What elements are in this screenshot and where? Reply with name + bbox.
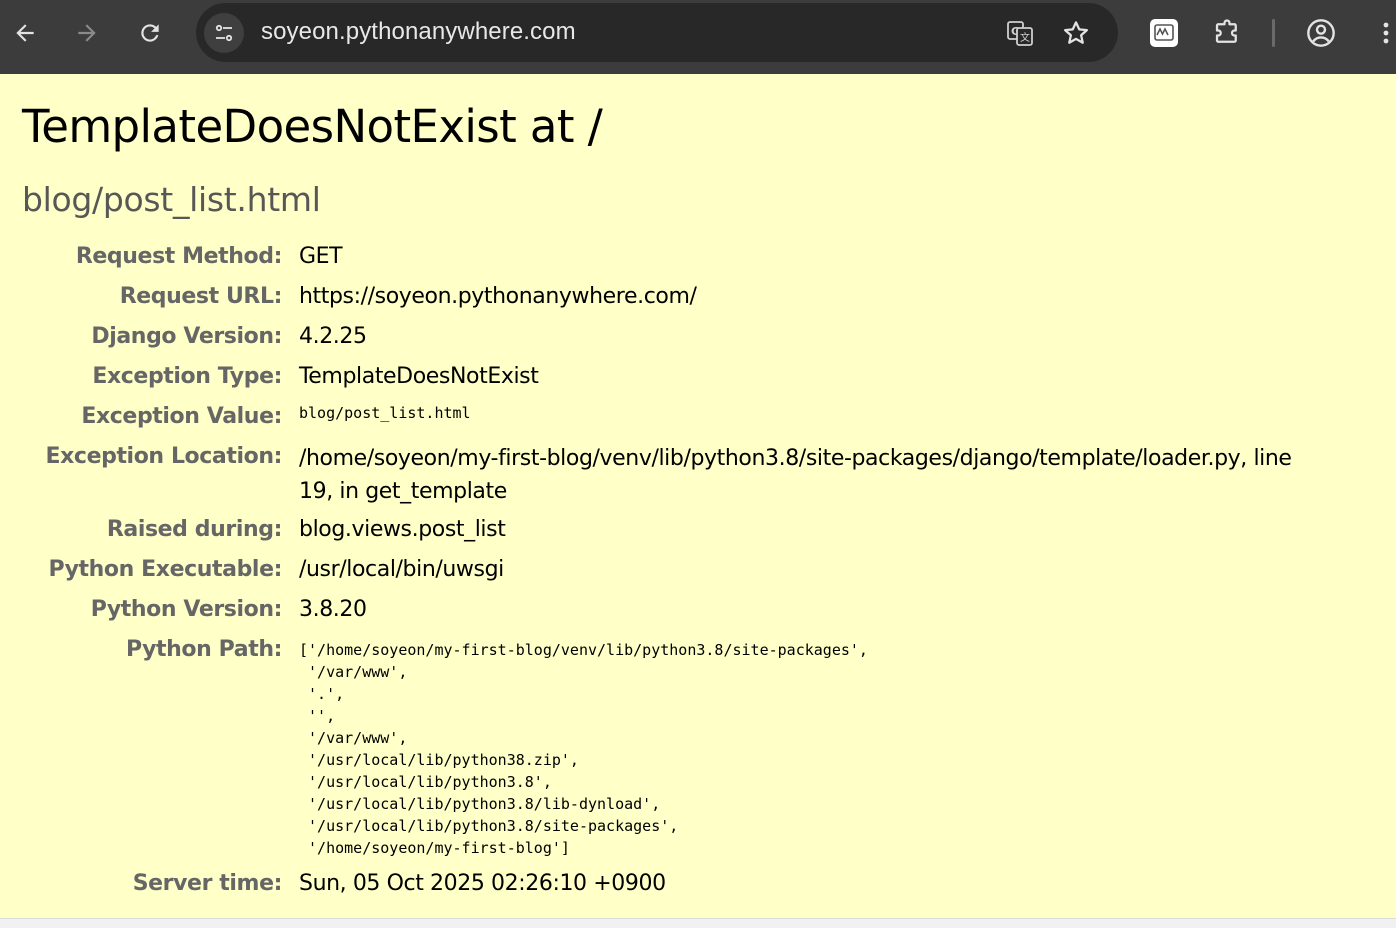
exception-value: blog/post_list.html — [299, 404, 471, 422]
meta-label: Exception Location: — [45, 444, 283, 469]
meta-value: Sun, 05 Oct 2025 02:26:10 +0900 — [299, 871, 666, 896]
address-bar[interactable]: soyeon.pythonanywhere.com G 文 — [196, 3, 1118, 62]
meta-label: Exception Value: — [81, 404, 282, 429]
meta-row-python-executable: Python Executable: /usr/local/bin/uwsgi — [0, 555, 1319, 595]
meta-row-request-method: Request Method: GET — [0, 242, 1319, 282]
translate-button[interactable]: G 文 — [1003, 16, 1037, 50]
meta-value: 3.8.20 — [299, 597, 367, 622]
url-text[interactable]: soyeon.pythonanywhere.com — [261, 18, 576, 46]
meta-value-cell: blog/post_list.html — [299, 402, 1319, 442]
meta-value: TemplateDoesNotExist — [299, 364, 539, 389]
meta-label: Server time: — [132, 871, 283, 896]
site-info-button[interactable] — [204, 13, 244, 53]
reload-icon — [141, 24, 159, 42]
meta-label: Exception Type: — [92, 364, 282, 389]
bookmark-button[interactable] — [1059, 16, 1093, 50]
meta-value: blog.views.post_list — [299, 517, 506, 542]
svg-text:文: 文 — [1020, 31, 1030, 44]
browser-menu-button[interactable] — [1368, 16, 1396, 50]
back-button[interactable] — [5, 13, 45, 53]
browser-toolbar: soyeon.pythonanywhere.com G 文 — [0, 0, 1396, 74]
meta-value-cell: ['/home/soyeon/my-first-blog/venv/lib/py… — [299, 635, 1319, 869]
translate-icon: G 文 — [1007, 21, 1033, 46]
meta-value: 4.2.25 — [299, 324, 367, 349]
meta-label: Python Version: — [90, 597, 283, 622]
meta-row-python-version: Python Version: 3.8.20 — [0, 595, 1319, 635]
puzzle-icon — [1215, 19, 1237, 43]
star-icon — [1064, 21, 1088, 44]
arrow-left-icon — [16, 24, 34, 42]
meta-value: /home/soyeon/my-first-blog/venv/lib/pyth… — [299, 446, 1292, 504]
meta-label: Request URL: — [119, 284, 283, 309]
arrow-right-icon — [78, 24, 96, 42]
meta-label: Request Method: — [75, 244, 283, 269]
meta-label: Python Path: — [125, 637, 282, 662]
python-path-list: ['/home/soyeon/my-first-blog/venv/lib/py… — [299, 641, 868, 857]
extensions-button[interactable] — [1210, 16, 1244, 50]
meta-row-exception-value: Exception Value: blog/post_list.html — [0, 402, 1319, 442]
tune-icon — [215, 24, 233, 42]
account-circle-icon — [1307, 19, 1335, 47]
request-meta-table: Request Method: GET Request URL: https:/… — [0, 242, 1319, 909]
meta-label: Raised during: — [106, 517, 283, 542]
toolbar-divider — [1272, 19, 1275, 47]
kebab-menu-icon — [1383, 22, 1389, 44]
profile-button[interactable] — [1304, 16, 1338, 50]
extension-app-icon — [1150, 19, 1178, 47]
page-title: TemplateDoesNotExist at / — [22, 100, 603, 153]
meta-row-request-url: Request URL: https://soyeon.pythonanywhe… — [0, 282, 1319, 322]
meta-row-exception-type: Exception Type: TemplateDoesNotExist — [0, 362, 1319, 402]
reload-button[interactable] — [130, 13, 170, 53]
meta-value: /usr/local/bin/uwsgi — [299, 557, 504, 582]
extension-app-button[interactable] — [1147, 16, 1181, 50]
meta-row-server-time: Server time: Sun, 05 Oct 2025 02:26:10 +… — [0, 869, 1319, 909]
meta-row-exception-location: Exception Location: /home/soyeon/my-firs… — [0, 442, 1319, 515]
meta-value: GET — [299, 244, 343, 269]
exception-subtitle: blog/post_list.html — [22, 180, 321, 219]
meta-row-raised-during: Raised during: blog.views.post_list — [0, 515, 1319, 555]
meta-row-python-path: Python Path: ['/home/soyeon/my-first-blo… — [0, 635, 1319, 869]
meta-value: https://soyeon.pythonanywhere.com/ — [299, 284, 697, 309]
meta-label: Python Executable: — [48, 557, 282, 582]
meta-label: Django Version: — [91, 324, 282, 349]
forward-button[interactable] — [67, 13, 107, 53]
meta-row-django-version: Django Version: 4.2.25 — [0, 322, 1319, 362]
